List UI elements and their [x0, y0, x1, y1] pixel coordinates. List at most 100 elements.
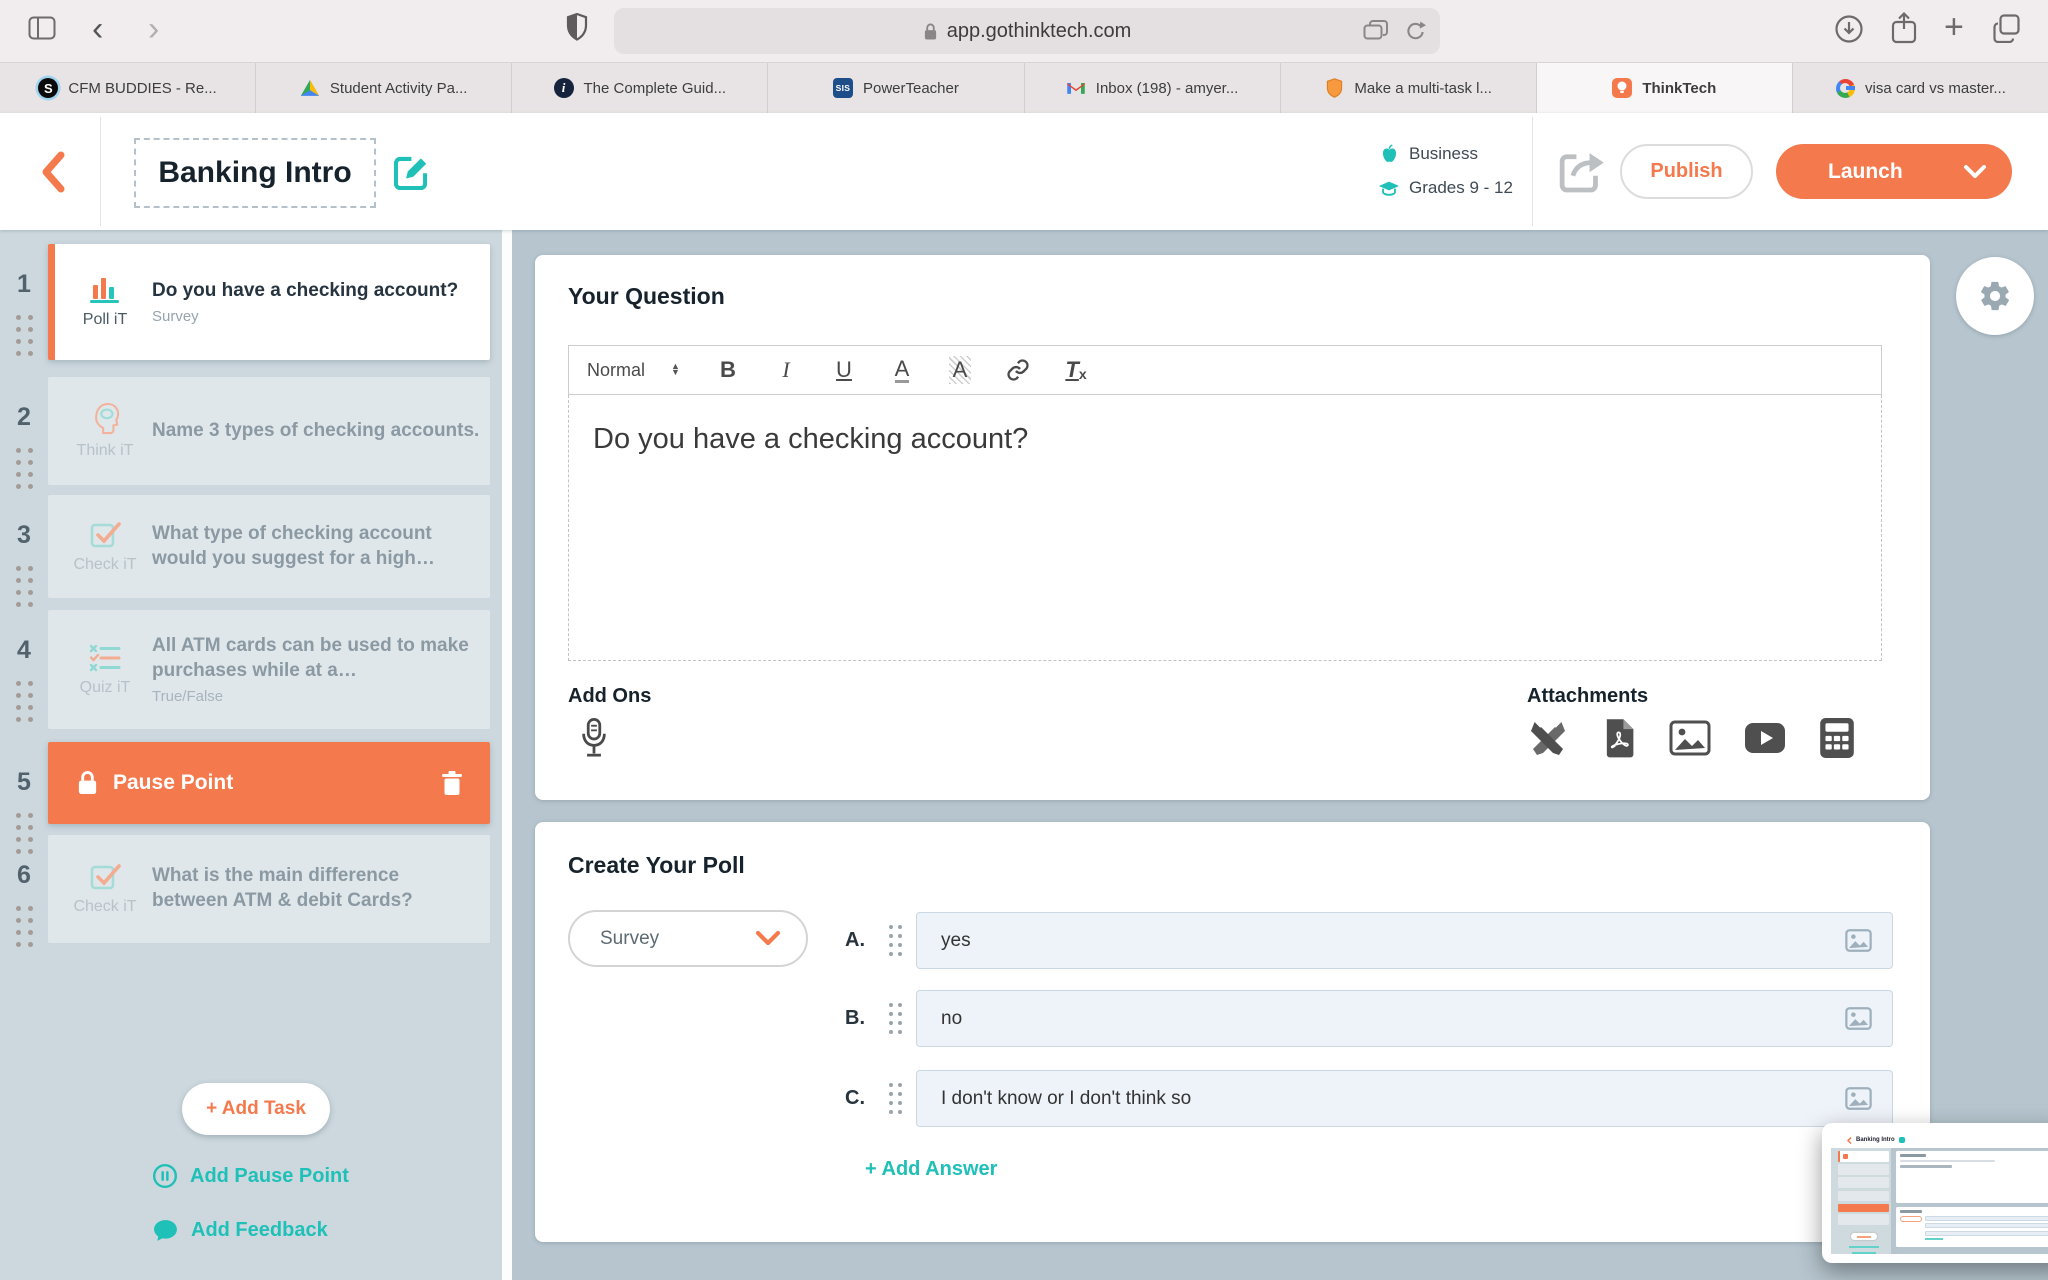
tab-complete-guide[interactable]: i The Complete Guid...: [512, 63, 768, 113]
question-text: Do you have a checking account?: [593, 423, 1028, 455]
highlight-button[interactable]: A: [931, 356, 989, 384]
tab-multitask[interactable]: Make a multi-task l...: [1281, 63, 1537, 113]
link-button[interactable]: [989, 358, 1047, 382]
tab-label: PowerTeacher: [863, 80, 959, 97]
question-heading: Your Question: [568, 283, 725, 310]
answer-text: I don't know or I don't think so: [941, 1088, 1191, 1110]
calculator-attachment-icon[interactable]: [1819, 717, 1855, 759]
task-title: What type of checking account would you …: [152, 522, 480, 571]
italic-button[interactable]: I: [757, 357, 815, 383]
task-number: 1: [17, 270, 31, 299]
answer-input-c[interactable]: I don't know or I don't think so: [916, 1070, 1893, 1127]
answer-input-a[interactable]: yes: [916, 912, 1893, 969]
pdf-attachment-icon[interactable]: [1602, 717, 1636, 759]
clear-format-button[interactable]: Tx: [1047, 357, 1105, 383]
add-pause-point-button[interactable]: Add Pause Point: [152, 1163, 349, 1189]
drag-handle[interactable]: [16, 906, 33, 947]
drag-handle[interactable]: [16, 448, 33, 489]
task-item-1[interactable]: 1 Poll iT Do you have a checking account…: [0, 244, 490, 360]
answer-letter: B.: [845, 1007, 875, 1030]
task-item-6[interactable]: 6 Check iT What is the main difference b…: [0, 835, 490, 943]
trash-icon[interactable]: [440, 770, 464, 797]
question-panel: Your Question Normal ▲▼ B I U A A Tx: [535, 255, 1930, 800]
add-image-icon[interactable]: [1845, 1007, 1872, 1030]
poll-panel: Create Your Poll Survey A. yes B. no: [535, 822, 1930, 1242]
answer-input-b[interactable]: no: [916, 990, 1893, 1047]
back-icon[interactable]: ‹: [92, 12, 103, 46]
task-item-2[interactable]: 2 Think iT Name 3 types of checking acco…: [0, 377, 490, 485]
thinktech-bulb-icon: [1612, 78, 1632, 98]
poll-type-select[interactable]: Survey: [568, 910, 808, 967]
reload-icon[interactable]: [1405, 20, 1426, 42]
publish-button[interactable]: Publish: [1620, 144, 1753, 199]
divider: [1532, 117, 1533, 226]
think-it-icon: [90, 402, 120, 436]
drag-handle[interactable]: [889, 1083, 902, 1114]
edit-title-icon[interactable]: [393, 153, 431, 191]
sis-icon: SIS: [833, 78, 853, 98]
answer-text: no: [941, 1008, 962, 1030]
drag-handle[interactable]: [889, 925, 902, 956]
draw-tools-icon[interactable]: [1527, 717, 1569, 759]
drag-handle[interactable]: [16, 566, 33, 607]
tab-cfm-buddies[interactable]: S CFM BUDDIES - Re...: [0, 63, 256, 113]
sidebar-toggle-icon[interactable]: [28, 16, 56, 40]
task-number: 3: [17, 521, 31, 550]
tab-label: visa card vs master...: [1865, 80, 2006, 97]
chevron-down-icon: [756, 931, 780, 946]
tab-student-activity[interactable]: Student Activity Pa...: [256, 63, 512, 113]
sidebar-scroll-track[interactable]: [502, 230, 512, 1280]
poll-heading: Create Your Poll: [568, 852, 745, 879]
tab-visa-vs-master[interactable]: visa card vs master...: [1793, 63, 2048, 113]
new-tab-icon[interactable]: +: [1944, 8, 1964, 47]
drag-handle[interactable]: [16, 681, 33, 722]
drag-handle[interactable]: [889, 1003, 902, 1034]
text-color-button[interactable]: A: [873, 357, 931, 383]
add-task-button[interactable]: + Add Task: [182, 1083, 330, 1135]
downloads-icon[interactable]: [1834, 14, 1864, 44]
tab-overview-icon[interactable]: [1992, 13, 2022, 43]
screenshot-preview-thumbnail[interactable]: Banking Intro: [1822, 1123, 2048, 1263]
launch-button[interactable]: Launch: [1776, 144, 2012, 199]
task-item-4[interactable]: 4 Quiz iT All ATM cards can be used to m…: [0, 610, 490, 729]
lesson-title[interactable]: Banking Intro: [134, 138, 376, 208]
share-lesson-icon[interactable]: [1556, 146, 1604, 196]
answer-text: yes: [941, 930, 971, 952]
pause-point-item[interactable]: 5 Pause Point: [0, 742, 490, 824]
drag-handle[interactable]: [16, 315, 33, 356]
style-value: Normal: [587, 360, 645, 381]
privacy-shield-icon[interactable]: [566, 12, 588, 42]
underline-button[interactable]: U: [815, 357, 873, 383]
add-image-icon[interactable]: [1845, 1087, 1872, 1110]
divider: [100, 117, 101, 226]
answer-row-b: B. no: [845, 990, 1893, 1047]
add-answer-button[interactable]: + Add Answer: [865, 1158, 997, 1181]
check-it-icon: [90, 520, 121, 550]
image-attachment-icon[interactable]: [1669, 720, 1711, 756]
settings-gear-button[interactable]: [1956, 257, 2034, 335]
task-number: 5: [17, 768, 31, 797]
add-feedback-button[interactable]: Add Feedback: [152, 1218, 328, 1243]
forward-icon[interactable]: ›: [148, 12, 159, 46]
back-button[interactable]: [40, 151, 66, 193]
tab-thinktech[interactable]: ThinkTech: [1537, 63, 1793, 113]
address-bar[interactable]: app.gothinktech.com: [614, 8, 1440, 54]
gmail-icon: [1066, 78, 1086, 98]
record-audio-icon[interactable]: [579, 717, 609, 761]
task-title: Do you have a checking account?: [152, 279, 480, 304]
youtube-attachment-icon[interactable]: [1744, 722, 1786, 754]
answer-letter: C.: [845, 1087, 875, 1110]
paragraph-style-select[interactable]: Normal ▲▼: [569, 360, 699, 381]
tab-inbox[interactable]: Inbox (198) - amyer...: [1025, 63, 1281, 113]
browser-toolbar: ‹ › app.gothinktech.com +: [0, 0, 2048, 62]
bold-button[interactable]: B: [699, 357, 757, 383]
task-sidebar: 1 Poll iT Do you have a checking account…: [0, 230, 512, 1280]
add-image-icon[interactable]: [1845, 929, 1872, 952]
tab-powerteacher[interactable]: SIS PowerTeacher: [768, 63, 1024, 113]
task-item-3[interactable]: 3 Check iT What type of checking account…: [0, 495, 490, 598]
tab-group-icon[interactable]: [1363, 20, 1389, 42]
share-icon[interactable]: [1890, 11, 1918, 45]
lock-icon: [76, 770, 99, 796]
question-text-editor[interactable]: Do you have a checking account?: [568, 395, 1882, 661]
task-subtitle: True/False: [152, 688, 480, 705]
